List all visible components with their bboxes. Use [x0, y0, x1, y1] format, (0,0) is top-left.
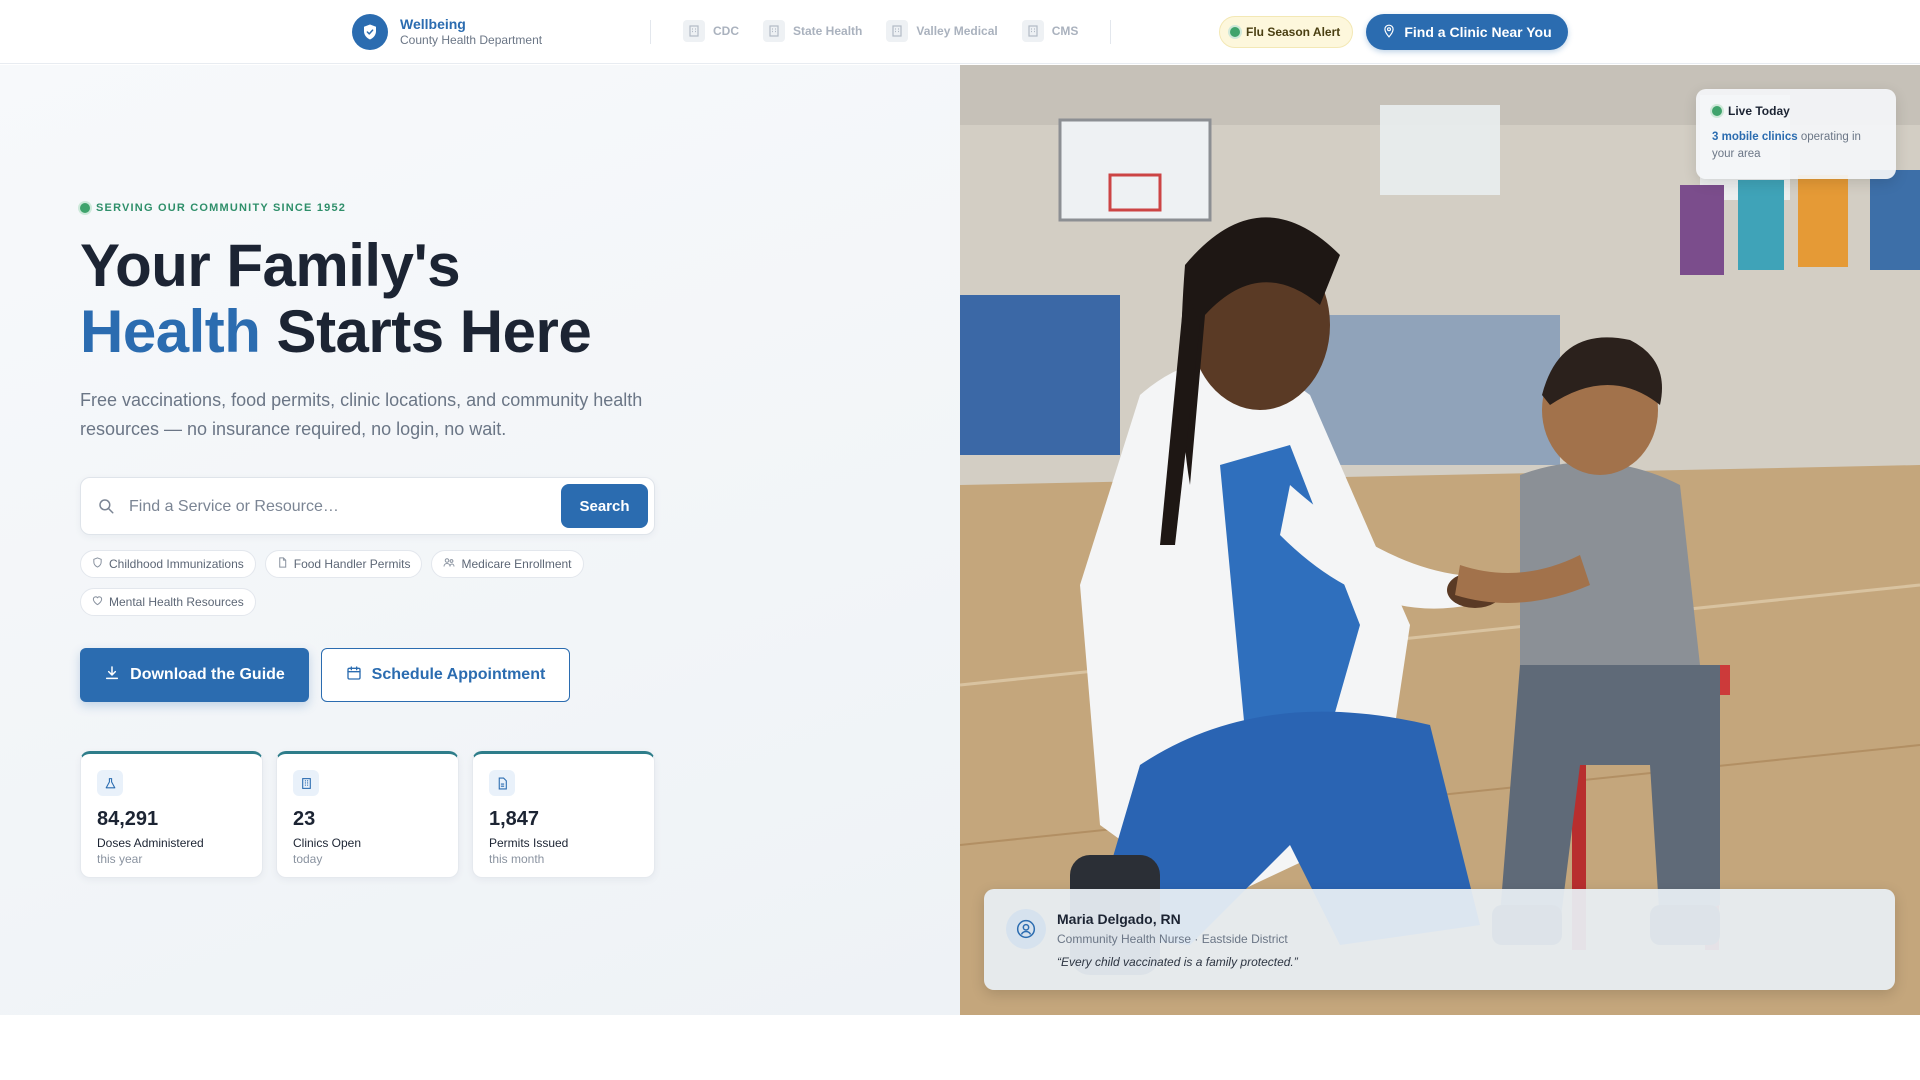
shield-check-icon [352, 14, 388, 50]
eyebrow-text: SERVING OUR COMMUNITY SINCE 1952 [96, 202, 347, 214]
service-search: Search [80, 477, 655, 535]
status-dot-icon [80, 203, 90, 213]
partner-cms: CMS [1021, 20, 1079, 42]
partner-label: CDC [713, 24, 739, 38]
building-icon [293, 770, 319, 796]
chip-label: Medicare Enrollment [461, 557, 572, 571]
stat-sublabel: this year [97, 852, 143, 866]
schedule-appointment-button[interactable]: Schedule Appointment [321, 648, 570, 702]
partner-label: Valley Medical [916, 24, 998, 38]
brand[interactable]: Wellbeing County Health Department [352, 14, 542, 50]
chip-label: Food Handler Permits [293, 557, 411, 571]
chip-mental-health-resources[interactable]: Mental Health Resources [80, 588, 256, 616]
stat-label: Permits Issued [489, 836, 569, 850]
live-today-title: Live Today [1728, 104, 1790, 118]
site-header: Wellbeing County Health Department CDC S… [0, 0, 1920, 64]
brand-name: Wellbeing [400, 16, 466, 32]
live-dot-icon [1712, 106, 1722, 116]
live-highlight: 3 mobile clinics [1712, 131, 1798, 143]
chip-childhood-immunizations[interactable]: Childhood Immunizations [80, 550, 256, 578]
schedule-appointment-label: Schedule Appointment [371, 666, 546, 683]
brand-subtitle: County Health Department [400, 33, 543, 47]
hero-lead: Free vaccinations, food permits, clinic … [80, 390, 643, 439]
stat-value: 23 [293, 808, 316, 830]
search-button[interactable]: Search [561, 484, 648, 528]
building-icon [886, 20, 909, 42]
stat-sublabel: today [293, 852, 323, 866]
chip-label: Mental Health Resources [109, 595, 244, 609]
calendar-icon [346, 665, 362, 686]
heart-icon [92, 595, 103, 609]
partner-state-health: State Health [763, 20, 862, 42]
stat-sublabel: this month [489, 852, 545, 866]
document-icon [489, 770, 515, 796]
quick-links: Childhood Immunizations Food Handler Per… [80, 550, 680, 616]
download-guide-label: Download the Guide [130, 666, 285, 683]
stat-label: Doses Administered [97, 836, 204, 850]
search-input[interactable] [129, 492, 469, 522]
header-divider [1110, 20, 1111, 44]
download-guide-button[interactable]: Download the Guide [80, 648, 309, 702]
live-today-text: 3 mobile clinics operating in your area [1712, 129, 1884, 163]
nurse-child-illustration [960, 65, 1920, 1015]
hero-headline: Your Family's Health Starts Here [80, 232, 592, 365]
testimonial-name: Maria Delgado, RN [1057, 911, 1181, 927]
testimonial-role: Community Health Nurse · Eastside Distri… [1057, 932, 1288, 946]
shield-icon [92, 557, 103, 571]
hero-photo [960, 65, 1920, 1015]
stat-card-doses: 84,291 Doses Administered this year [80, 751, 263, 878]
header-divider [650, 20, 651, 44]
stat-card-permits: 1,847 Permits Issued this month [472, 751, 655, 878]
find-clinic-label: Find a Clinic Near You [1404, 24, 1552, 40]
partner-label: CMS [1051, 24, 1079, 38]
download-icon [104, 665, 120, 686]
status-dot-icon [1230, 27, 1240, 37]
stat-value: 1,847 [489, 808, 540, 830]
nurse-testimonial: Maria Delgado, RN Community Health Nurse… [984, 889, 1895, 990]
search-icon [97, 497, 115, 520]
live-today-card[interactable]: Live Today 3 mobile clinics operating in… [1696, 89, 1896, 179]
find-clinic-button[interactable]: Find a Clinic Near You [1366, 14, 1568, 50]
partner-valley-medical: Valley Medical [886, 20, 998, 42]
stat-card-clinics: 23 Clinics Open today [276, 751, 459, 878]
map-pin-icon [1382, 24, 1396, 41]
building-icon [763, 20, 785, 42]
headline-line-1: Your Family's [80, 232, 461, 299]
hero-section: SERVING OUR COMMUNITY SINCE 1952 Your Fa… [0, 65, 960, 1015]
partner-label: State Health [793, 24, 863, 38]
flu-alert-badge[interactable]: Flu Season Alert [1219, 16, 1354, 48]
testimonial-quote: “Every child vaccinated is a family prot… [1057, 955, 1298, 969]
chip-medicare-enrollment[interactable]: Medicare Enrollment [431, 550, 584, 578]
live-today-header: Live Today [1712, 104, 1790, 118]
headline-rest: Starts Here [260, 298, 592, 365]
flu-alert-label: Flu Season Alert [1246, 25, 1341, 39]
partner-logos: CDC State Health Valley Medical CMS [683, 20, 1078, 42]
building-icon [1021, 20, 1044, 42]
partner-cdc: CDC [683, 20, 739, 42]
headline-accent: Health [80, 298, 261, 365]
stat-value: 84,291 [97, 808, 159, 830]
flask-icon [97, 770, 123, 796]
people-icon [443, 557, 455, 571]
user-avatar-icon [1006, 909, 1046, 949]
building-icon [683, 20, 705, 42]
document-icon [277, 557, 288, 571]
hero-eyebrow: SERVING OUR COMMUNITY SINCE 1952 [80, 202, 346, 214]
chip-food-handler-permits[interactable]: Food Handler Permits [264, 550, 423, 578]
chip-label: Childhood Immunizations [109, 557, 244, 571]
stat-label: Clinics Open [293, 836, 362, 850]
